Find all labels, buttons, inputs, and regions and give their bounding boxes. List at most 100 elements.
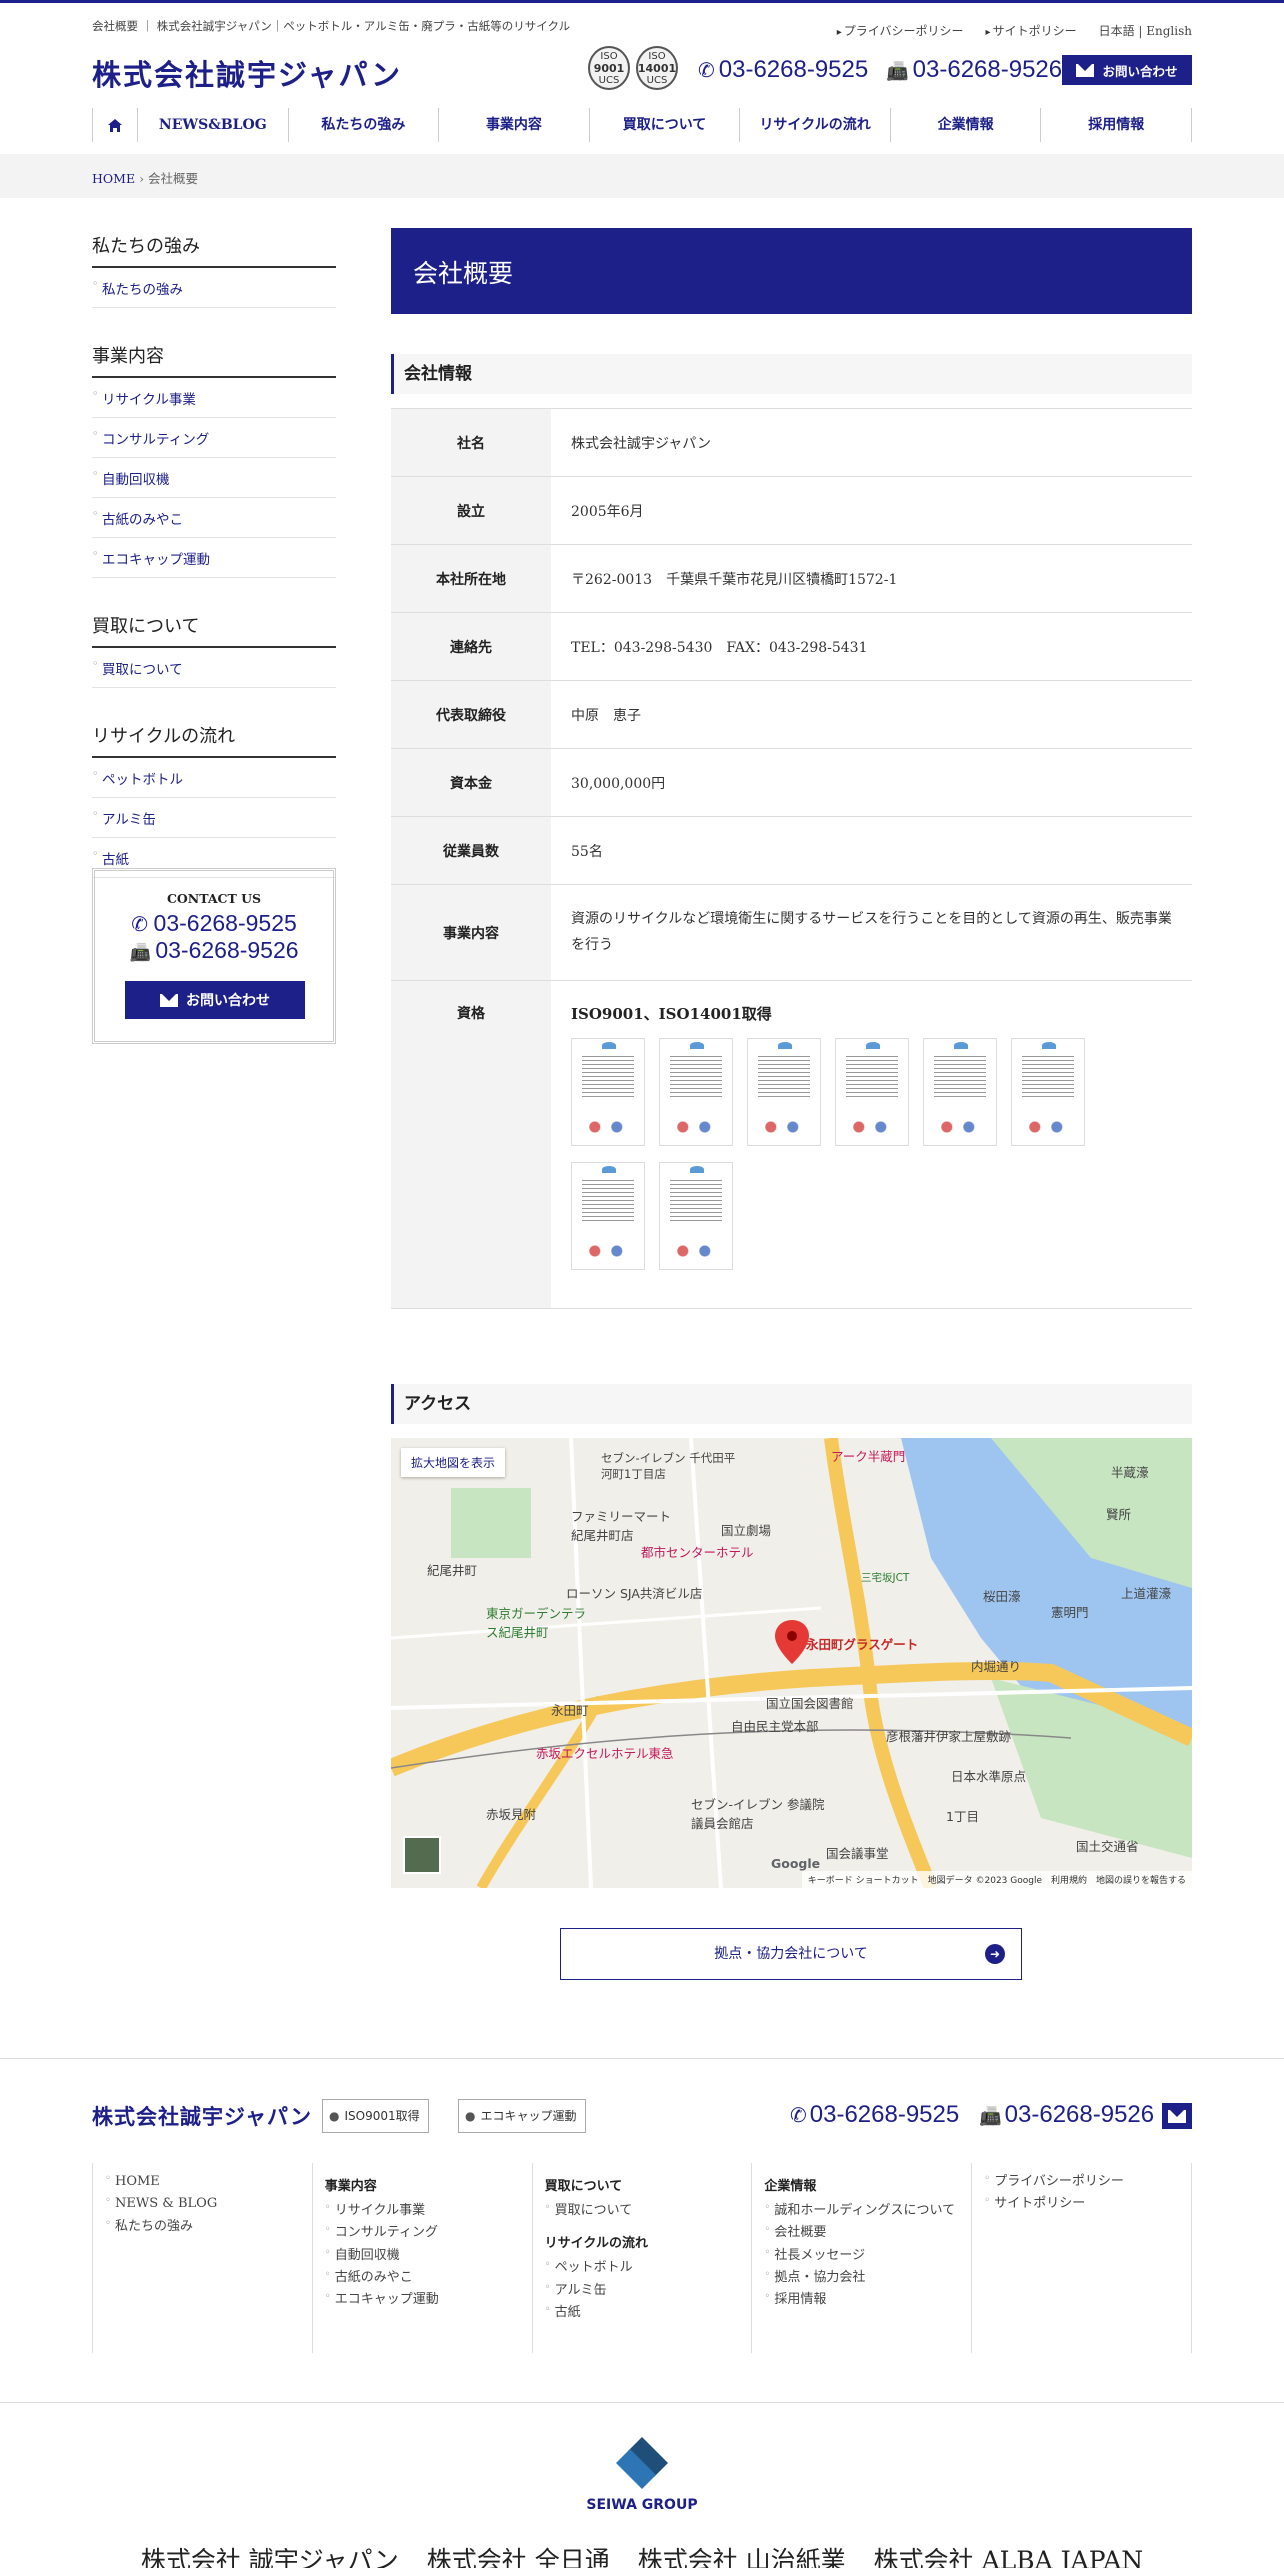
- contact-box-button[interactable]: お問い合わせ: [125, 981, 305, 1019]
- footer-link[interactable]: 古紙のみやこ: [325, 2267, 520, 2289]
- footer-link[interactable]: 買取について: [545, 2200, 740, 2222]
- nav-purchase[interactable]: 買取について: [590, 108, 741, 142]
- certificate-thumbnail[interactable]: [659, 1162, 733, 1270]
- sidebar-item[interactable]: コンサルティング: [92, 418, 336, 458]
- header-utility-links: プライバシーポリシー サイトポリシー 日本語 | English: [837, 22, 1192, 39]
- certificate-thumbnail[interactable]: [571, 1038, 645, 1146]
- certificate-thumbnail[interactable]: [659, 1038, 733, 1146]
- group-company[interactable]: 株式会社 ALBA JAPAN: [874, 2541, 1144, 2568]
- certificate-thumbnail[interactable]: [747, 1038, 821, 1146]
- map-label: セブン-イレブン 参議院議員会館店: [691, 1797, 825, 1831]
- footer-link[interactable]: ペットボトル: [545, 2257, 740, 2279]
- footer-link[interactable]: コンサルティング: [325, 2222, 520, 2244]
- footer-fax: 03-6268-9526: [979, 2101, 1154, 2129]
- group-company[interactable]: 株式会社 誠宇ジャパン: [141, 2541, 399, 2568]
- seiwa-group-logo-icon: [616, 2437, 668, 2489]
- table-row: 従業員数 55名: [391, 816, 1192, 885]
- map-label: ファミリーマート紀尾井町店: [571, 1509, 672, 1543]
- access-map[interactable]: 拡大地図を表示 永田町グラスゲート 紀尾井町 セブン-イレブン 千代田平河町1丁…: [391, 1438, 1192, 1888]
- header-tel[interactable]: 03-6268-9525: [698, 56, 868, 84]
- map-label: 赤坂見附: [486, 1807, 537, 1822]
- site-logo[interactable]: 株式会社誠宇ジャパン: [92, 52, 402, 94]
- footer-link[interactable]: 採用情報: [764, 2289, 959, 2311]
- footer-col: HOME NEWS & BLOG 私たちの強み: [92, 2163, 312, 2353]
- certificate-thumbnail[interactable]: [1011, 1038, 1085, 1146]
- sidebar-item[interactable]: 古紙のみやこ: [92, 498, 336, 538]
- street-view-thumbnail[interactable]: [403, 1836, 441, 1874]
- footer-link[interactable]: NEWS & BLOG: [105, 2193, 300, 2215]
- certificate-thumbnail[interactable]: [835, 1038, 909, 1146]
- contact-box-fax: 📠 03-6268-9526: [129, 937, 299, 963]
- partners-button[interactable]: 拠点・協力会社について ➜: [560, 1928, 1022, 1980]
- nav-recycle-flow[interactable]: リサイクルの流れ: [740, 108, 891, 142]
- map-label: 桜田濠: [983, 1589, 1021, 1604]
- nav-company[interactable]: 企業情報: [891, 108, 1042, 142]
- map-label: 赤坂エクセルホテル東急: [536, 1746, 674, 1761]
- group-companies: SEIWA GROUP 株式会社 誠宇ジャパン 株式会社 全日通 株式会社 山治…: [0, 2402, 1284, 2568]
- google-logo: Google: [771, 1856, 821, 1871]
- footer-link[interactable]: アルミ缶: [545, 2280, 740, 2302]
- footer-link[interactable]: 古紙: [545, 2302, 740, 2324]
- nav-recruit[interactable]: 採用情報: [1041, 108, 1193, 142]
- group-name: SEIWA GROUP: [586, 2497, 698, 2513]
- map-label: 三宅坂JCT: [861, 1572, 910, 1584]
- footer-col: プライバシーポリシー サイトポリシー: [971, 2163, 1192, 2353]
- footer-link[interactable]: 会社概要: [764, 2222, 959, 2244]
- table-row: 事業内容 資源のリサイクルなど環境衛生に関するサービスを行うことを目的として資源の…: [391, 884, 1192, 981]
- sidebar-item[interactable]: エコキャップ運動: [92, 538, 336, 578]
- footer-ecocap-badge[interactable]: エコキャップ運動: [458, 2099, 586, 2133]
- footer-link[interactable]: 私たちの強み: [105, 2216, 300, 2238]
- sidebar-item[interactable]: 自動回収機: [92, 458, 336, 498]
- footer-link[interactable]: サイトポリシー: [984, 2193, 1179, 2215]
- sidebar-item[interactable]: 買取について: [92, 648, 336, 688]
- map-attribution[interactable]: キーボード ショートカット 地図データ ©2023 Google 利用規約 地図…: [801, 1871, 1192, 1888]
- fax-icon: 📠: [129, 943, 156, 962]
- breadcrumb-home-link[interactable]: HOME: [92, 171, 135, 186]
- footer-mail-button[interactable]: [1162, 2103, 1192, 2129]
- mail-icon: [160, 993, 178, 1007]
- nav-strengths[interactable]: 私たちの強み: [289, 108, 440, 142]
- sidebar-section-business: 事業内容 リサイクル事業 コンサルティング 自動回収機 古紙のみやこ エコキャッ…: [92, 342, 336, 578]
- map-marker-label: 永田町グラスゲート: [806, 1637, 919, 1652]
- group-company[interactable]: 株式会社 全日通: [427, 2541, 610, 2568]
- sidebar: 私たちの強み 私たちの強み 事業内容 リサイクル事業 コンサルティング 自動回収…: [92, 232, 336, 912]
- footer-col: 企業情報 誠和ホールディングスについて 会社概要 社長メッセージ 拠点・協力会社…: [751, 2163, 971, 2353]
- footer-phones: 03-6268-9525 03-6268-9526: [790, 2101, 1154, 2129]
- map-label: 国土交通省: [1076, 1839, 1139, 1854]
- map-label: 彦根藩井伊家上屋敷跡: [886, 1729, 1012, 1744]
- footer-link[interactable]: 誠和ホールディングスについて: [764, 2200, 959, 2222]
- footer-link[interactable]: プライバシーポリシー: [984, 2171, 1179, 2193]
- main-nav: NEWS&BLOG 私たちの強み 事業内容 買取について リサイクルの流れ 企業…: [92, 108, 1193, 142]
- iso-14001-badge-icon: ISO 14001 UCS: [636, 46, 678, 90]
- map-label: 永田町: [551, 1703, 589, 1718]
- footer-iso-badge[interactable]: ISO9001取得: [322, 2099, 429, 2133]
- group-company[interactable]: 株式会社 山治紙業: [638, 2541, 846, 2568]
- certificate-thumbnail[interactable]: [571, 1162, 645, 1270]
- language-switch[interactable]: 日本語 | English: [1099, 22, 1192, 39]
- nav-news-blog[interactable]: NEWS&BLOG: [138, 108, 289, 142]
- footer-sitemap: HOME NEWS & BLOG 私たちの強み 事業内容 リサイクル事業 コンサ…: [92, 2163, 1192, 2353]
- sidebar-item[interactable]: ペットボトル: [92, 758, 336, 798]
- sidebar-item[interactable]: 私たちの強み: [92, 268, 336, 308]
- table-row: 本社所在地 〒262-0013 千葉県千葉市花見川区犢橋町1572-1: [391, 544, 1192, 613]
- contact-box-tel[interactable]: ✆ 03-6268-9525: [95, 910, 333, 937]
- footer-link[interactable]: 拠点・協力会社: [764, 2267, 959, 2289]
- footer-tel[interactable]: 03-6268-9525: [790, 2101, 959, 2129]
- sidebar-item[interactable]: アルミ缶: [92, 798, 336, 838]
- footer-link[interactable]: エコキャップ運動: [325, 2289, 520, 2311]
- footer-link[interactable]: 自動回収機: [325, 2245, 520, 2267]
- footer: 株式会社誠宇ジャパン ISO9001取得 エコキャップ運動 03-6268-95…: [0, 2058, 1284, 2402]
- privacy-policy-link[interactable]: プライバシーポリシー: [837, 22, 964, 39]
- footer-link[interactable]: リサイクル事業: [325, 2200, 520, 2222]
- nav-home-button[interactable]: [92, 108, 138, 142]
- certificate-thumbnail[interactable]: [923, 1038, 997, 1146]
- footer-link[interactable]: HOME: [105, 2171, 300, 2193]
- footer-link[interactable]: 社長メッセージ: [764, 2245, 959, 2267]
- map-expand-button[interactable]: 拡大地図を表示: [401, 1448, 506, 1477]
- footer-logo[interactable]: 株式会社誠宇ジャパン: [92, 2101, 312, 2131]
- header-contact-button[interactable]: お問い合わせ: [1062, 55, 1192, 85]
- nav-business[interactable]: 事業内容: [439, 108, 590, 142]
- arrow-right-icon: ➜: [985, 1944, 1005, 1964]
- sidebar-item[interactable]: リサイクル事業: [92, 378, 336, 418]
- site-policy-link[interactable]: サイトポリシー: [986, 22, 1077, 39]
